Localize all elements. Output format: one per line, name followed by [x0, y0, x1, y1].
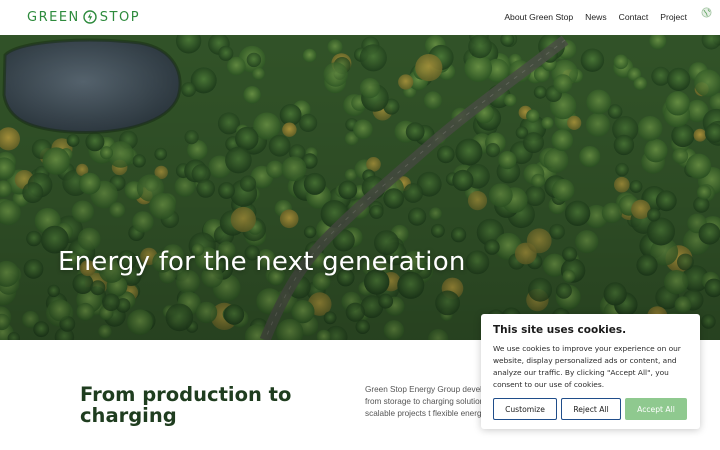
- accept-all-button[interactable]: Accept All: [625, 398, 687, 420]
- logo-text-stop: STOP: [99, 9, 141, 25]
- main-nav: About Green Stop News Contact Project: [504, 12, 687, 22]
- cookie-dialog-text: We use cookies to improve your experienc…: [493, 344, 681, 389]
- language-globe-icon[interactable]: [701, 7, 712, 18]
- logo-text-green: GREEN: [27, 9, 80, 25]
- section-title: From production to charging: [80, 383, 292, 427]
- power-bolt-icon: [83, 10, 97, 24]
- hero-title: Energy for the next generation: [58, 247, 466, 277]
- nav-news-link[interactable]: News: [585, 12, 607, 22]
- nav-about-link[interactable]: About Green Stop: [504, 12, 573, 22]
- cookie-dialog-title: This site uses cookies.: [493, 324, 627, 336]
- nav-contact-link[interactable]: Contact: [619, 12, 649, 22]
- customize-button[interactable]: Customize: [493, 398, 557, 420]
- aerial-forest-image: [0, 35, 720, 340]
- site-header: GREEN STOP About Green Stop News Contact…: [0, 0, 720, 35]
- hero-banner: Energy for the next generation: [0, 35, 720, 340]
- reject-all-button[interactable]: Reject All: [561, 398, 621, 420]
- green-stop-logo[interactable]: GREEN STOP: [27, 9, 140, 25]
- nav-project-link[interactable]: Project: [660, 12, 687, 22]
- cookie-consent-dialog: This site uses cookies. We use cookies t…: [481, 314, 700, 429]
